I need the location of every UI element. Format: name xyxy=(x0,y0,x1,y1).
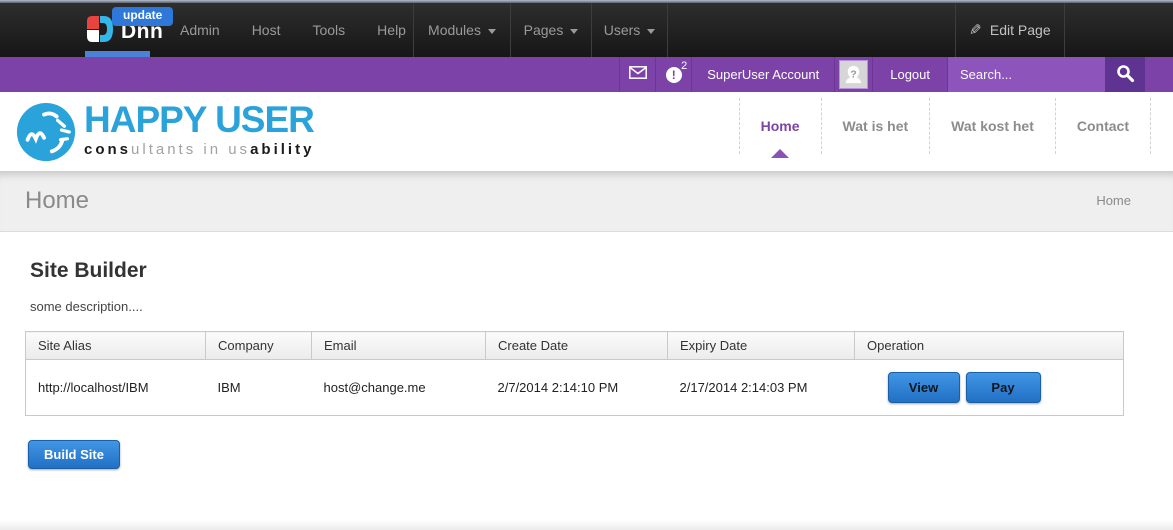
superuser-account-link[interactable]: SuperUser Account xyxy=(691,57,834,92)
admin-menu: Admin Host Tools Help xyxy=(164,3,422,57)
module-heading: Site Builder xyxy=(30,259,1173,283)
chevron-down-icon xyxy=(570,29,578,34)
nav-item-wat-kost-het[interactable]: Wat kost het xyxy=(929,98,1055,154)
nav-home-label: Home xyxy=(761,118,800,134)
dropdown-users-label: Users xyxy=(604,22,641,38)
col-operation: Operation xyxy=(855,332,1124,360)
table-row: http://localhost/IBM IBM host@change.me … xyxy=(26,360,1124,416)
nav-wat-kost-het-label: Wat kost het xyxy=(951,118,1034,134)
module-description: some description.... xyxy=(30,299,1173,314)
svg-text:?: ? xyxy=(851,68,857,80)
bottom-fade xyxy=(0,520,1173,530)
sites-table: Site Alias Company Email Create Date Exp… xyxy=(25,331,1124,416)
menu-item-host[interactable]: Host xyxy=(236,22,297,38)
alert-icon: ! xyxy=(666,67,682,83)
col-company: Company xyxy=(206,332,312,360)
page: Dnn update Admin Host Tools Help Modules… xyxy=(0,0,1173,530)
edit-page-label: Edit Page xyxy=(990,22,1051,38)
site-nav: Home Wat is het Wat kost het Contact xyxy=(739,98,1151,154)
logout-link[interactable]: Logout xyxy=(872,57,948,92)
view-button[interactable]: View xyxy=(888,372,960,403)
dropdown-modules[interactable]: Modules xyxy=(413,3,510,57)
site-tagline: consultants in usability xyxy=(84,141,314,158)
search-button[interactable] xyxy=(1105,57,1145,92)
site-logo[interactable]: HAPPY USER consultants in usability xyxy=(15,101,314,168)
edit-page-button[interactable]: ✎ Edit Page xyxy=(955,3,1065,57)
active-page-arrow-icon xyxy=(771,149,789,158)
nav-wat-is-het-label: Wat is het xyxy=(843,118,909,134)
messages-button[interactable] xyxy=(619,57,655,92)
nav-item-contact[interactable]: Contact xyxy=(1055,98,1151,154)
admin-bar: Dnn update Admin Host Tools Help Modules… xyxy=(0,3,1173,57)
dropdown-pages[interactable]: Pages xyxy=(510,3,591,57)
cell-operation: View Pay xyxy=(855,360,1124,416)
chevron-down-icon xyxy=(488,29,496,34)
avatar-placeholder-icon: ? xyxy=(839,60,868,89)
tagline-middle: ultants in us xyxy=(131,141,250,158)
col-expiry-date: Expiry Date xyxy=(668,332,855,360)
pay-button[interactable]: Pay xyxy=(966,372,1041,403)
page-title: Home xyxy=(25,187,89,215)
pencil-icon: ✎ xyxy=(969,21,982,39)
dropdown-pages-label: Pages xyxy=(524,22,564,38)
breadcrumb[interactable]: Home xyxy=(1096,193,1131,208)
main-content: Site Builder some description.... Site A… xyxy=(0,232,1173,530)
col-site-alias: Site Alias xyxy=(26,332,206,360)
col-email: Email xyxy=(312,332,486,360)
search-input[interactable] xyxy=(948,57,1105,92)
chevron-down-icon xyxy=(647,29,655,34)
menu-item-tools[interactable]: Tools xyxy=(296,22,361,38)
cell-expiry-date: 2/17/2014 2:14:03 PM xyxy=(668,360,855,416)
user-avatar[interactable]: ? xyxy=(834,57,872,92)
user-bar-spacer xyxy=(1145,57,1173,92)
cell-create-date: 2/7/2014 2:14:10 PM xyxy=(486,360,668,416)
page-title-band: Home Home xyxy=(0,171,1173,232)
admin-dropdowns: Modules Pages Users xyxy=(413,3,668,57)
site-title: HAPPY USER xyxy=(84,101,314,139)
dropdown-users[interactable]: Users xyxy=(591,3,668,57)
notifications-button[interactable]: ! 2 xyxy=(655,57,691,92)
notification-count-badge: 2 xyxy=(681,60,687,72)
cell-site-alias: http://localhost/IBM xyxy=(26,360,206,416)
nav-contact-label: Contact xyxy=(1077,118,1129,134)
search-icon xyxy=(1116,64,1135,86)
tagline-bold-start: cons xyxy=(84,141,131,158)
col-create-date: Create Date xyxy=(486,332,668,360)
tagline-bold-end: ability xyxy=(250,141,314,158)
happy-user-logo-icon xyxy=(15,101,77,168)
table-header-row: Site Alias Company Email Create Date Exp… xyxy=(26,332,1124,360)
menu-item-admin[interactable]: Admin xyxy=(164,22,236,38)
mail-icon xyxy=(629,66,647,84)
cell-company: IBM xyxy=(206,360,312,416)
nav-item-wat-is-het[interactable]: Wat is het xyxy=(821,98,930,154)
build-site-button[interactable]: Build Site xyxy=(28,440,120,469)
nav-item-home[interactable]: Home xyxy=(739,98,821,154)
site-header: HAPPY USER consultants in usability Home… xyxy=(0,92,1173,171)
dropdown-modules-label: Modules xyxy=(428,22,481,38)
user-bar: ! 2 SuperUser Account ? Logout xyxy=(0,57,1173,92)
dnn-logo-icon xyxy=(85,14,115,49)
cell-email: host@change.me xyxy=(312,360,486,416)
